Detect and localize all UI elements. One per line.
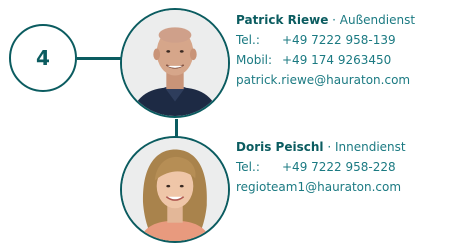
- heading-separator: ·: [323, 140, 335, 154]
- phone-number[interactable]: +49 7222 958-139: [282, 30, 396, 50]
- avatar-patrick-riewe: [120, 8, 230, 118]
- phone-row: Tel.: +49 7222 958-228: [236, 157, 406, 177]
- avatar-doris-peischl: [120, 136, 230, 243]
- step-number-badge: 4: [9, 24, 77, 92]
- email-link[interactable]: patrick.riewe@hauraton.com: [236, 70, 410, 90]
- connector-line-vertical: [175, 119, 178, 137]
- step-number: 4: [36, 46, 50, 70]
- contact-role: Außendienst: [339, 13, 416, 27]
- contact-name: Patrick Riewe: [236, 13, 329, 27]
- phone-row: Tel.: +49 7222 958-139: [236, 30, 415, 50]
- contact-info-patrick-riewe: Patrick Riewe · Außendienst Tel.: +49 72…: [236, 10, 415, 90]
- contact-heading: Doris Peischl · Innendienst: [236, 137, 406, 157]
- heading-separator: ·: [328, 13, 340, 27]
- email-link[interactable]: regioteam1@hauraton.com: [236, 177, 401, 197]
- phone-label: Tel.:: [236, 33, 260, 47]
- email-row: regioteam1@hauraton.com: [236, 177, 406, 197]
- contact-info-doris-peischl: Doris Peischl · Innendienst Tel.: +49 72…: [236, 137, 406, 197]
- contact-name: Doris Peischl: [236, 140, 324, 154]
- person-photo-male: [122, 10, 228, 116]
- contact-role: Innendienst: [334, 140, 406, 154]
- phone-label: Tel.:: [236, 160, 260, 174]
- person-photo-female: [122, 138, 228, 241]
- email-row: patrick.riewe@hauraton.com: [236, 70, 415, 90]
- connector-line-horizontal: [77, 57, 121, 60]
- mobile-row: Mobil: +49 174 9263450: [236, 50, 415, 70]
- contact-heading: Patrick Riewe · Außendienst: [236, 10, 415, 30]
- phone-number[interactable]: +49 7222 958-228: [282, 157, 396, 177]
- mobile-number[interactable]: +49 174 9263450: [282, 50, 391, 70]
- contact-card: 4 Patrick Riewe · Außendienst Tel.: +49 …: [0, 0, 475, 243]
- mobile-label: Mobil:: [236, 53, 273, 67]
